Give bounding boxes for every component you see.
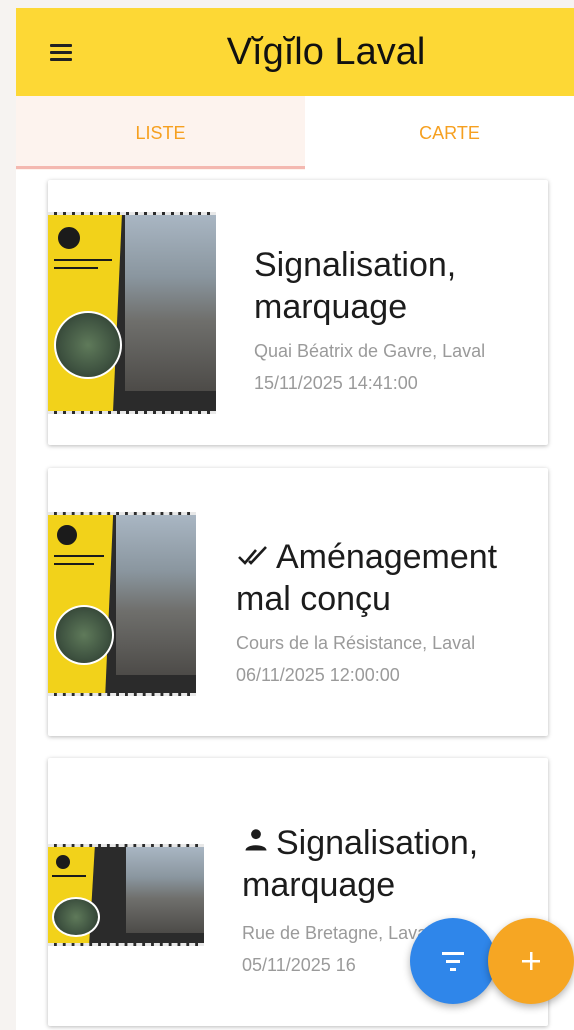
app-header: Vĭgĭlo Laval [16, 8, 574, 96]
active-tab-indicator [16, 166, 305, 169]
plus-icon [522, 952, 540, 970]
hamburger-menu-icon[interactable] [50, 44, 72, 62]
report-address: Cours de la Résistance, Laval [236, 633, 476, 653]
report-date: 15/11/2025 14:41:00 [254, 373, 418, 393]
tab-liste[interactable]: LISTE [16, 96, 305, 170]
tab-carte[interactable]: CARTE [305, 96, 574, 170]
double-check-icon [236, 536, 270, 578]
add-report-button[interactable] [488, 918, 574, 1004]
report-card[interactable]: Signalisation, marquage Quai Béatrix de … [48, 180, 548, 445]
report-thumbnail [48, 212, 216, 414]
report-title: Signalisation, marquage [242, 824, 479, 904]
person-icon [242, 822, 270, 864]
report-card[interactable]: Aménagement mal conçu Cours de la Résist… [48, 468, 548, 736]
report-date: 05/11/2025 16 [242, 955, 356, 975]
report-title: Aménagement mal conçu [236, 538, 498, 618]
report-title-row: Signalisation, marquage [242, 822, 542, 906]
report-title-row: Aménagement mal conçu [236, 536, 536, 620]
filter-button[interactable] [410, 918, 496, 1004]
app-title: Vĭgĭlo Laval [226, 31, 426, 73]
report-thumbnail [48, 844, 204, 946]
report-address: Rue de Bretagne, Laval [242, 923, 432, 943]
report-address: Quai Béatrix de Gavre, Laval [254, 341, 486, 361]
report-date: 06/11/2025 12:00:00 [236, 665, 400, 685]
report-thumbnail [48, 512, 196, 696]
report-title: Signalisation, marquage [254, 246, 457, 326]
app-window: Vĭgĭlo Laval LISTE CARTE Signalisation, … [16, 8, 574, 1030]
tab-bar: LISTE CARTE [16, 96, 574, 170]
filter-icon [442, 952, 464, 971]
